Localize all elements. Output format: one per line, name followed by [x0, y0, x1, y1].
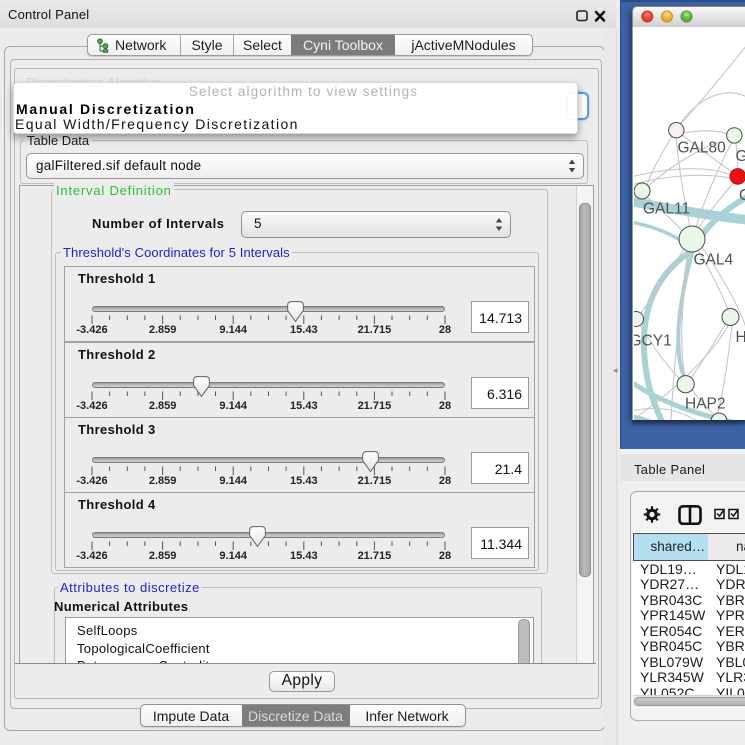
svg-text:GAL4: GAL4 — [694, 252, 734, 269]
svg-text:GCY1: GCY1 — [634, 333, 672, 350]
svg-text:HAP2: HAP2 — [685, 395, 726, 412]
svg-text:CR: CR — [739, 187, 745, 204]
svg-text:GAL80: GAL80 — [678, 140, 727, 157]
svg-text:GAL11: GAL11 — [643, 201, 690, 218]
svg-text:HA: HA — [736, 329, 745, 346]
svg-text:GA: GA — [736, 148, 745, 165]
